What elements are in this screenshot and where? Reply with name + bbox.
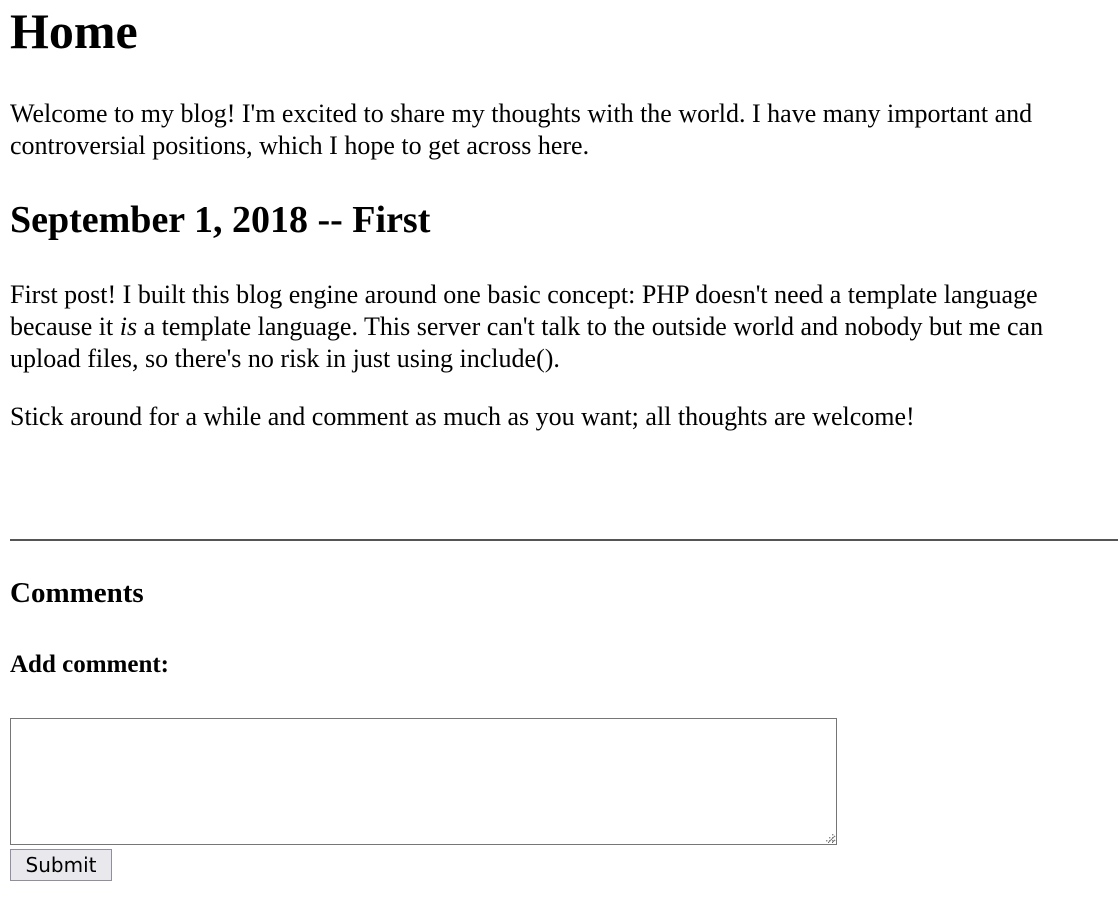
post-paragraph-1: First post! I built this blog engine aro… xyxy=(10,279,1110,375)
add-comment-label: Add comment: xyxy=(10,651,170,678)
post-paragraph-2: Stick around for a while and comment as … xyxy=(10,402,915,431)
comments-heading: Comments xyxy=(10,577,144,609)
horizontal-divider xyxy=(10,539,1118,541)
post-paragraph-1-end: a template language. This server can't t… xyxy=(10,312,1044,373)
page-title: Home xyxy=(10,3,138,59)
post-emphasis: is xyxy=(119,312,138,341)
intro-paragraph: Welcome to my blog! I'm excited to share… xyxy=(10,99,1033,160)
comment-textarea[interactable] xyxy=(10,718,837,845)
submit-button[interactable]: Submit xyxy=(10,849,112,881)
blog-post: September 1, 2018 -- First First post! I… xyxy=(10,198,1118,433)
post-title: September 1, 2018 -- First xyxy=(10,199,431,241)
blog-page: Home Welcome to my blog! I'm excited to … xyxy=(10,0,1118,433)
